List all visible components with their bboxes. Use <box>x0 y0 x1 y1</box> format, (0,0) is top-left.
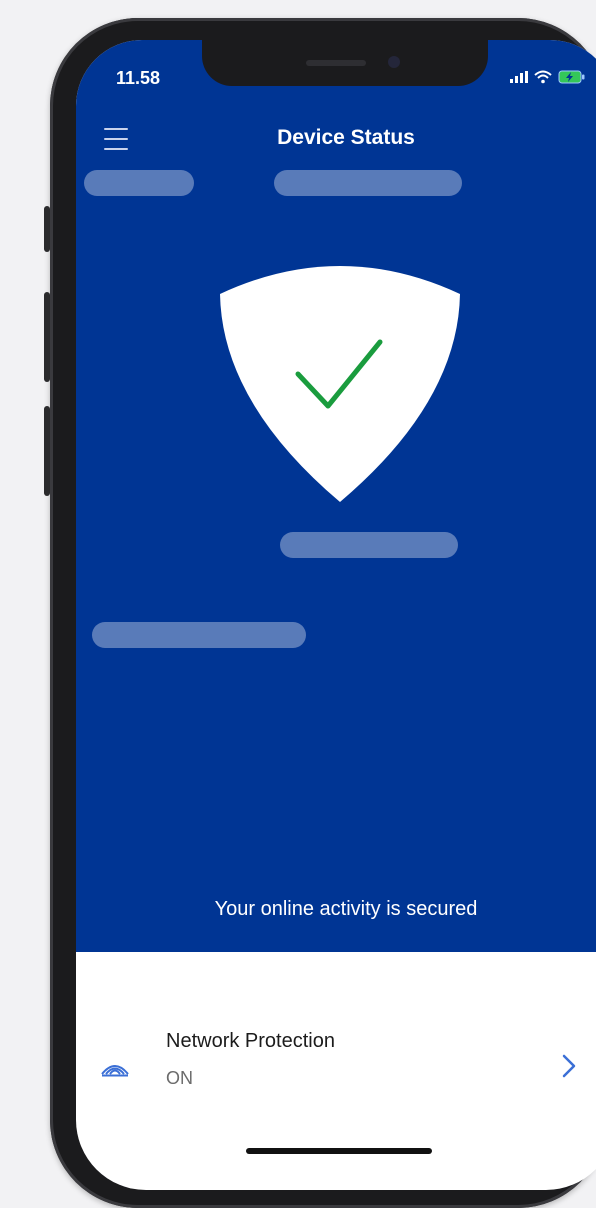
volume-up-button <box>44 292 50 382</box>
speaker-grille <box>306 60 366 66</box>
chevron-right-icon[interactable] <box>562 1054 576 1078</box>
placeholder-bar <box>84 170 194 196</box>
app-screen: 11.58 Device Status Your online activity… <box>76 40 596 1190</box>
signal-icon <box>510 71 528 83</box>
wifi-icon <box>534 70 552 84</box>
battery-charging-icon <box>558 70 585 84</box>
placeholder-bar <box>280 532 458 558</box>
placeholder-bar <box>92 622 306 648</box>
status-icons <box>510 70 586 84</box>
front-camera <box>388 56 400 68</box>
network-protection-status: ON <box>166 1068 193 1088</box>
home-indicator[interactable] <box>246 1148 432 1154</box>
page-title: Device Status <box>277 126 415 149</box>
volume-down-button <box>44 406 50 496</box>
network-waves-icon <box>101 1065 129 1077</box>
shield-check-icon <box>220 266 460 502</box>
notch <box>202 40 488 86</box>
status-time: 11.58 <box>116 68 161 88</box>
mute-switch <box>44 206 50 252</box>
network-protection-row[interactable]: Network Protection ON <box>76 992 596 1112</box>
network-protection-title: Network Protection <box>166 1030 335 1052</box>
placeholder-bar <box>274 170 462 196</box>
secured-message: Your online activity is secured <box>214 898 478 920</box>
